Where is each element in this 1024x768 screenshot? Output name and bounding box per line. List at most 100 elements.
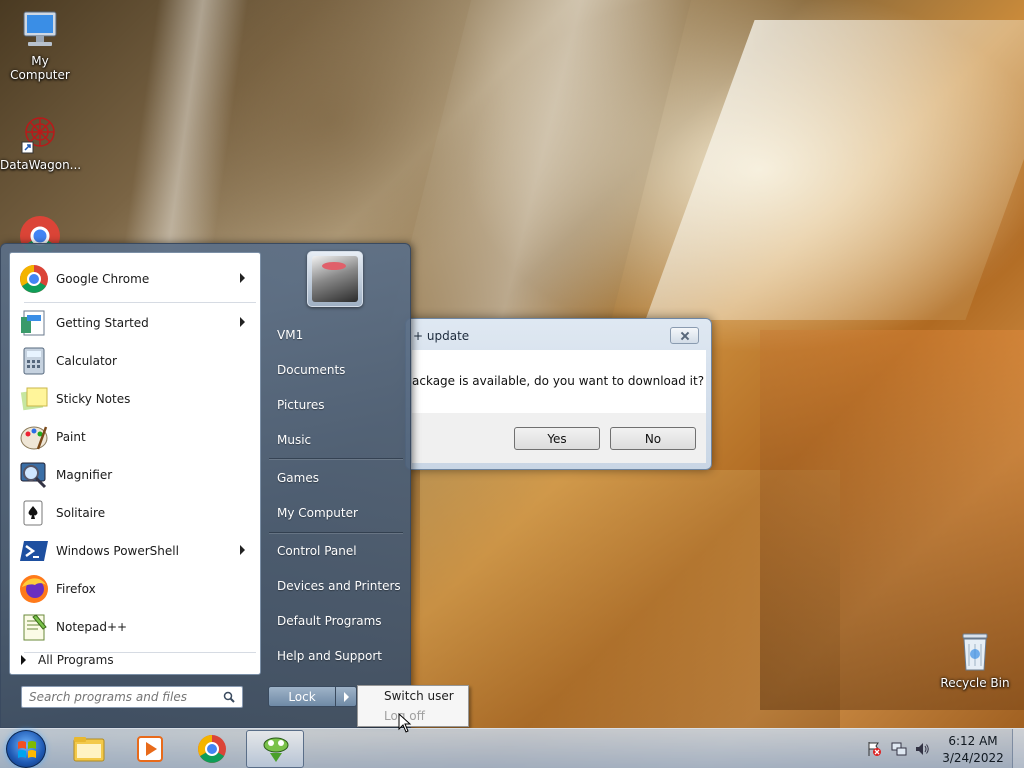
notepadpp-icon [18,611,50,643]
desktop-icon-chrome[interactable] [0,214,80,256]
sticky-notes-icon [18,383,50,415]
program-item-calculator[interactable]: Calculator [14,343,257,379]
paint-icon [18,421,50,453]
clock-time: 6:12 AM [948,734,998,748]
program-item-powershell[interactable]: Windows PowerShell [14,533,257,569]
recycle-bin-icon [953,630,997,674]
start-link-devices-printers[interactable]: Devices and Printers [269,571,405,601]
desktop-icon-my-computer[interactable]: My Computer [0,8,80,82]
volume-icon[interactable] [914,741,930,757]
dialog-button-row: Yes No [412,413,706,463]
explorer-icon [73,737,105,762]
calculator-icon [18,345,50,377]
divider [24,302,256,303]
triangle-right-icon [21,655,26,665]
dialog-title: + update [413,329,470,343]
divider [269,532,403,533]
submenu-arrow-icon [240,317,245,327]
taskbar-chrome-button[interactable] [183,730,241,768]
program-list: Google Chrome Getting Started Calculator… [9,252,261,675]
taskbar-media-player-button[interactable] [121,730,179,768]
program-label: Calculator [56,354,117,368]
system-clock[interactable]: 6:12 AM 3/24/2022 [938,733,1008,767]
show-desktop-button[interactable] [1012,729,1024,768]
solitaire-icon [18,497,50,529]
start-link-my-computer[interactable]: My Computer [269,498,405,528]
dialog-message: ackage is available, do you want to down… [412,374,705,388]
program-label: Magnifier [56,468,113,482]
wallpaper-panel-2 [388,0,692,330]
start-link-pictures[interactable]: Pictures [269,390,405,420]
notepadpp-icon [263,737,289,762]
power-submenu: Switch user Log off [357,685,469,727]
chrome-icon [198,735,226,763]
wallpaper-panel-1 [121,0,249,260]
mouse-cursor-icon [398,713,412,733]
update-dialog: + update ackage is available, do you wan… [405,318,712,470]
desktop-icon-label: DataWagon... [0,158,82,172]
start-link-vm1[interactable]: VM1 [269,320,405,350]
program-item-chrome[interactable]: Google Chrome [14,261,257,297]
program-label: Getting Started [56,316,149,330]
wallpaper-panel-4 [420,470,840,730]
submenu-arrow-icon [240,545,245,555]
taskbar-notepadpp-button[interactable] [246,730,304,768]
taskbar: 6:12 AM 3/24/2022 [0,728,1024,768]
chrome-icon [18,263,50,295]
program-item-magnifier[interactable]: Magnifier [14,457,257,493]
program-item-getting-started[interactable]: Getting Started [14,305,257,341]
start-link-documents[interactable]: Documents [269,355,405,385]
start-link-games[interactable]: Games [269,463,405,493]
start-link-help-support[interactable]: Help and Support [269,641,405,671]
datawagon-shortcut-icon [18,112,62,156]
all-programs-label: All Programs [38,653,114,667]
log-off-item[interactable]: Log off [358,706,468,726]
search-icon [223,691,235,703]
search-programs-input[interactable] [21,686,243,708]
start-orb-icon[interactable] [6,730,46,768]
user-picture[interactable] [307,251,363,307]
program-label: Notepad++ [56,620,128,634]
program-label: Firefox [56,582,96,596]
turntable-avatar [312,256,358,302]
computer-icon [18,8,62,52]
program-item-paint[interactable]: Paint [14,419,257,455]
program-label: Windows PowerShell [56,544,179,558]
search-field[interactable] [22,690,212,704]
program-item-solitaire[interactable]: Solitaire [14,495,257,531]
submenu-arrow-icon [240,273,245,283]
power-options-arrow-button[interactable] [335,686,357,707]
program-label: Google Chrome [56,272,150,286]
no-button[interactable]: No [610,427,696,450]
desktop-icon-recycle-bin[interactable]: Recycle Bin [935,630,1015,690]
dialog-body: ackage is available, do you want to down… [412,350,706,413]
yes-button[interactable]: Yes [514,427,600,450]
magnifier-icon [18,459,50,491]
desktop-icon-datawagon[interactable]: DataWagon... [0,112,82,172]
program-item-notepadpp[interactable]: Notepad++ [14,609,257,645]
start-link-control-panel[interactable]: Control Panel [269,536,405,566]
firefox-icon [18,573,50,605]
switch-user-item[interactable]: Switch user [358,686,468,706]
program-item-firefox[interactable]: Firefox [14,571,257,607]
dialog-close-button[interactable] [670,327,699,344]
powershell-icon [18,535,50,567]
action-center-icon[interactable] [866,741,882,757]
start-link-music[interactable]: Music [269,425,405,455]
program-item-sticky-notes[interactable]: Sticky Notes [14,381,257,417]
program-label: Sticky Notes [56,392,131,406]
wallpaper-panel-3 [645,20,1024,320]
getting-started-icon [18,307,50,339]
lock-button[interactable]: Lock [268,686,336,707]
program-label: Paint [56,430,86,444]
taskbar-explorer-button[interactable] [60,730,118,768]
network-icon[interactable] [891,741,907,757]
media-player-icon [137,736,163,762]
desktop-icon-label: My Computer [10,54,70,82]
clock-date: 3/24/2022 [942,751,1004,765]
start-link-default-programs[interactable]: Default Programs [269,606,405,636]
start-menu: Google Chrome Getting Started Calculator… [0,243,411,728]
program-label: Solitaire [56,506,106,520]
all-programs-button[interactable]: All Programs [9,647,252,673]
divider [269,458,403,459]
